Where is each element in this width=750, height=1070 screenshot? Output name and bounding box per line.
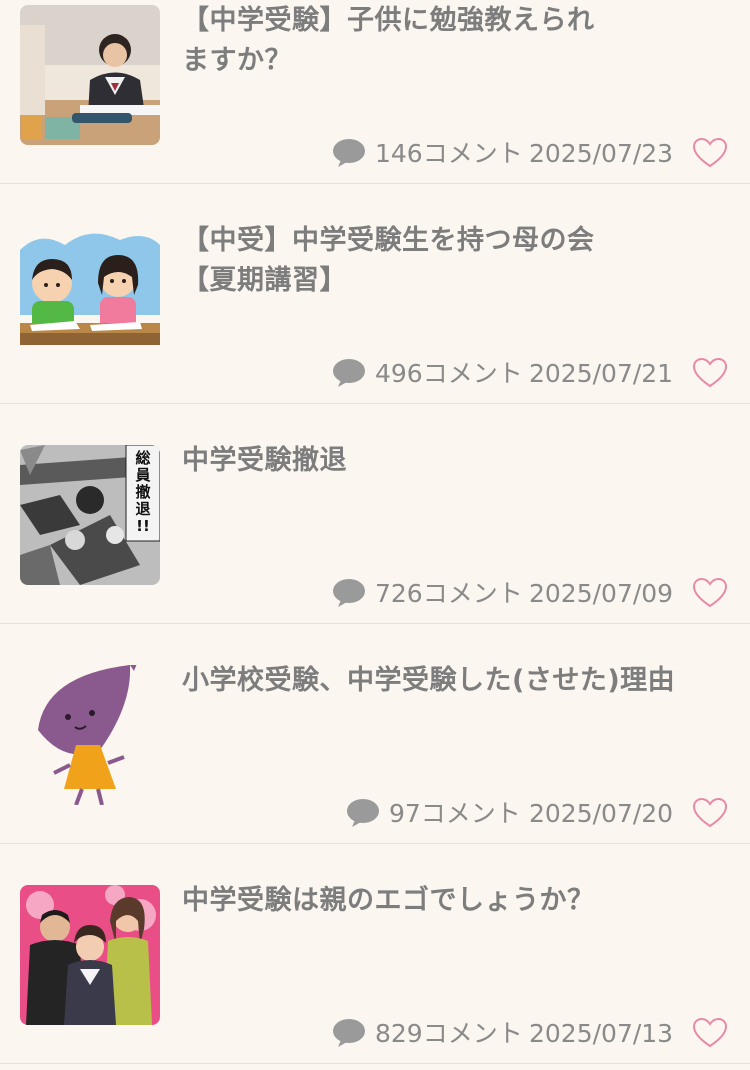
- comment-count: 496コメント: [375, 359, 523, 388]
- comment-count: 726コメント: [375, 579, 523, 608]
- post-date: 2025/07/13: [529, 1019, 674, 1048]
- list-item[interactable]: 小学校受験、中学受験した(させた)理由 97コメント 2025/07/20: [0, 625, 750, 844]
- thread-title[interactable]: 【中学受験】子供に勉強教えられ ますか？: [182, 1, 720, 81]
- heart-outline-icon[interactable]: [692, 1017, 728, 1049]
- thumbnail-image[interactable]: 総員撤退!!: [20, 445, 160, 585]
- list-item[interactable]: 【中受】中学受験生を持つ母の会 【夏期講習】 496コメント 2025/07/2…: [0, 185, 750, 404]
- comment-count: 829コメント: [375, 1019, 523, 1048]
- thread-meta: 829コメント 2025/07/13: [0, 1013, 750, 1053]
- comment-bubble-icon: [333, 1019, 365, 1047]
- thread-meta: 97コメント 2025/07/20: [0, 793, 750, 833]
- list-item[interactable]: 中学受験は親のエゴでしょうか？ 829コメント 2025/07/13: [0, 845, 750, 1064]
- thread-title-line: 小学校受験、中学受験した(させた)理由: [182, 665, 676, 696]
- heart-outline-icon[interactable]: [692, 577, 728, 609]
- thread-meta: 726コメント 2025/07/09: [0, 573, 750, 613]
- heart-outline-icon[interactable]: [692, 137, 728, 169]
- kids-studying-illustration: [20, 225, 160, 365]
- list-item[interactable]: 総員撤退!! 中学受験撤退 726コメント 2025/07/09: [0, 405, 750, 624]
- thumbnail-image[interactable]: [20, 5, 160, 145]
- thread-title[interactable]: 中学受験撤退: [182, 441, 720, 481]
- comment-count: 146コメント: [375, 139, 523, 168]
- list-item[interactable]: 【中学受験】子供に勉強教えられ ますか？ 146コメント 2025/07/23: [0, 0, 750, 184]
- sweet-potato-character: [20, 665, 160, 805]
- thumbnail-image[interactable]: [20, 885, 160, 1025]
- thread-title-line: 【中受】中学受験生を持つ母の会: [182, 225, 595, 256]
- thread-title-line: 【夏期講習】: [182, 265, 347, 296]
- manga-retreat-panel: 総員撤退!!: [20, 445, 160, 585]
- comment-bubble-icon: [333, 579, 365, 607]
- thread-title-line: 中学受験は親のエゴでしょうか？: [182, 885, 595, 916]
- drama-poster-family: [20, 885, 160, 1025]
- thread-title-line: ますか？: [182, 45, 292, 76]
- thread-title[interactable]: 【中受】中学受験生を持つ母の会 【夏期講習】: [182, 221, 720, 301]
- comment-bubble-icon: [333, 139, 365, 167]
- student-desk-photo: [20, 5, 160, 145]
- post-date: 2025/07/21: [529, 359, 674, 388]
- comment-count: 97コメント: [389, 799, 521, 828]
- thread-title-line: 中学受験撤退: [182, 445, 347, 476]
- comment-bubble-icon: [347, 799, 379, 827]
- post-date: 2025/07/20: [529, 799, 674, 828]
- thumbnail-image[interactable]: [20, 665, 160, 805]
- thread-list: 【中学受験】子供に勉強教えられ ますか？ 146コメント 2025/07/23: [0, 0, 750, 1070]
- thread-title[interactable]: 中学受験は親のエゴでしょうか？: [182, 881, 720, 921]
- comment-bubble-icon: [333, 359, 365, 387]
- thread-title[interactable]: 小学校受験、中学受験した(させた)理由: [182, 661, 720, 701]
- thread-meta: 146コメント 2025/07/23: [0, 133, 750, 173]
- post-date: 2025/07/23: [529, 139, 674, 168]
- thread-meta: 496コメント 2025/07/21: [0, 353, 750, 393]
- thread-title-line: 【中学受験】子供に勉強教えられ: [182, 5, 595, 36]
- heart-outline-icon[interactable]: [692, 357, 728, 389]
- thumbnail-image[interactable]: [20, 225, 160, 365]
- manga-panel-text: 総員撤退!!: [134, 449, 150, 535]
- post-date: 2025/07/09: [529, 579, 674, 608]
- heart-outline-icon[interactable]: [692, 797, 728, 829]
